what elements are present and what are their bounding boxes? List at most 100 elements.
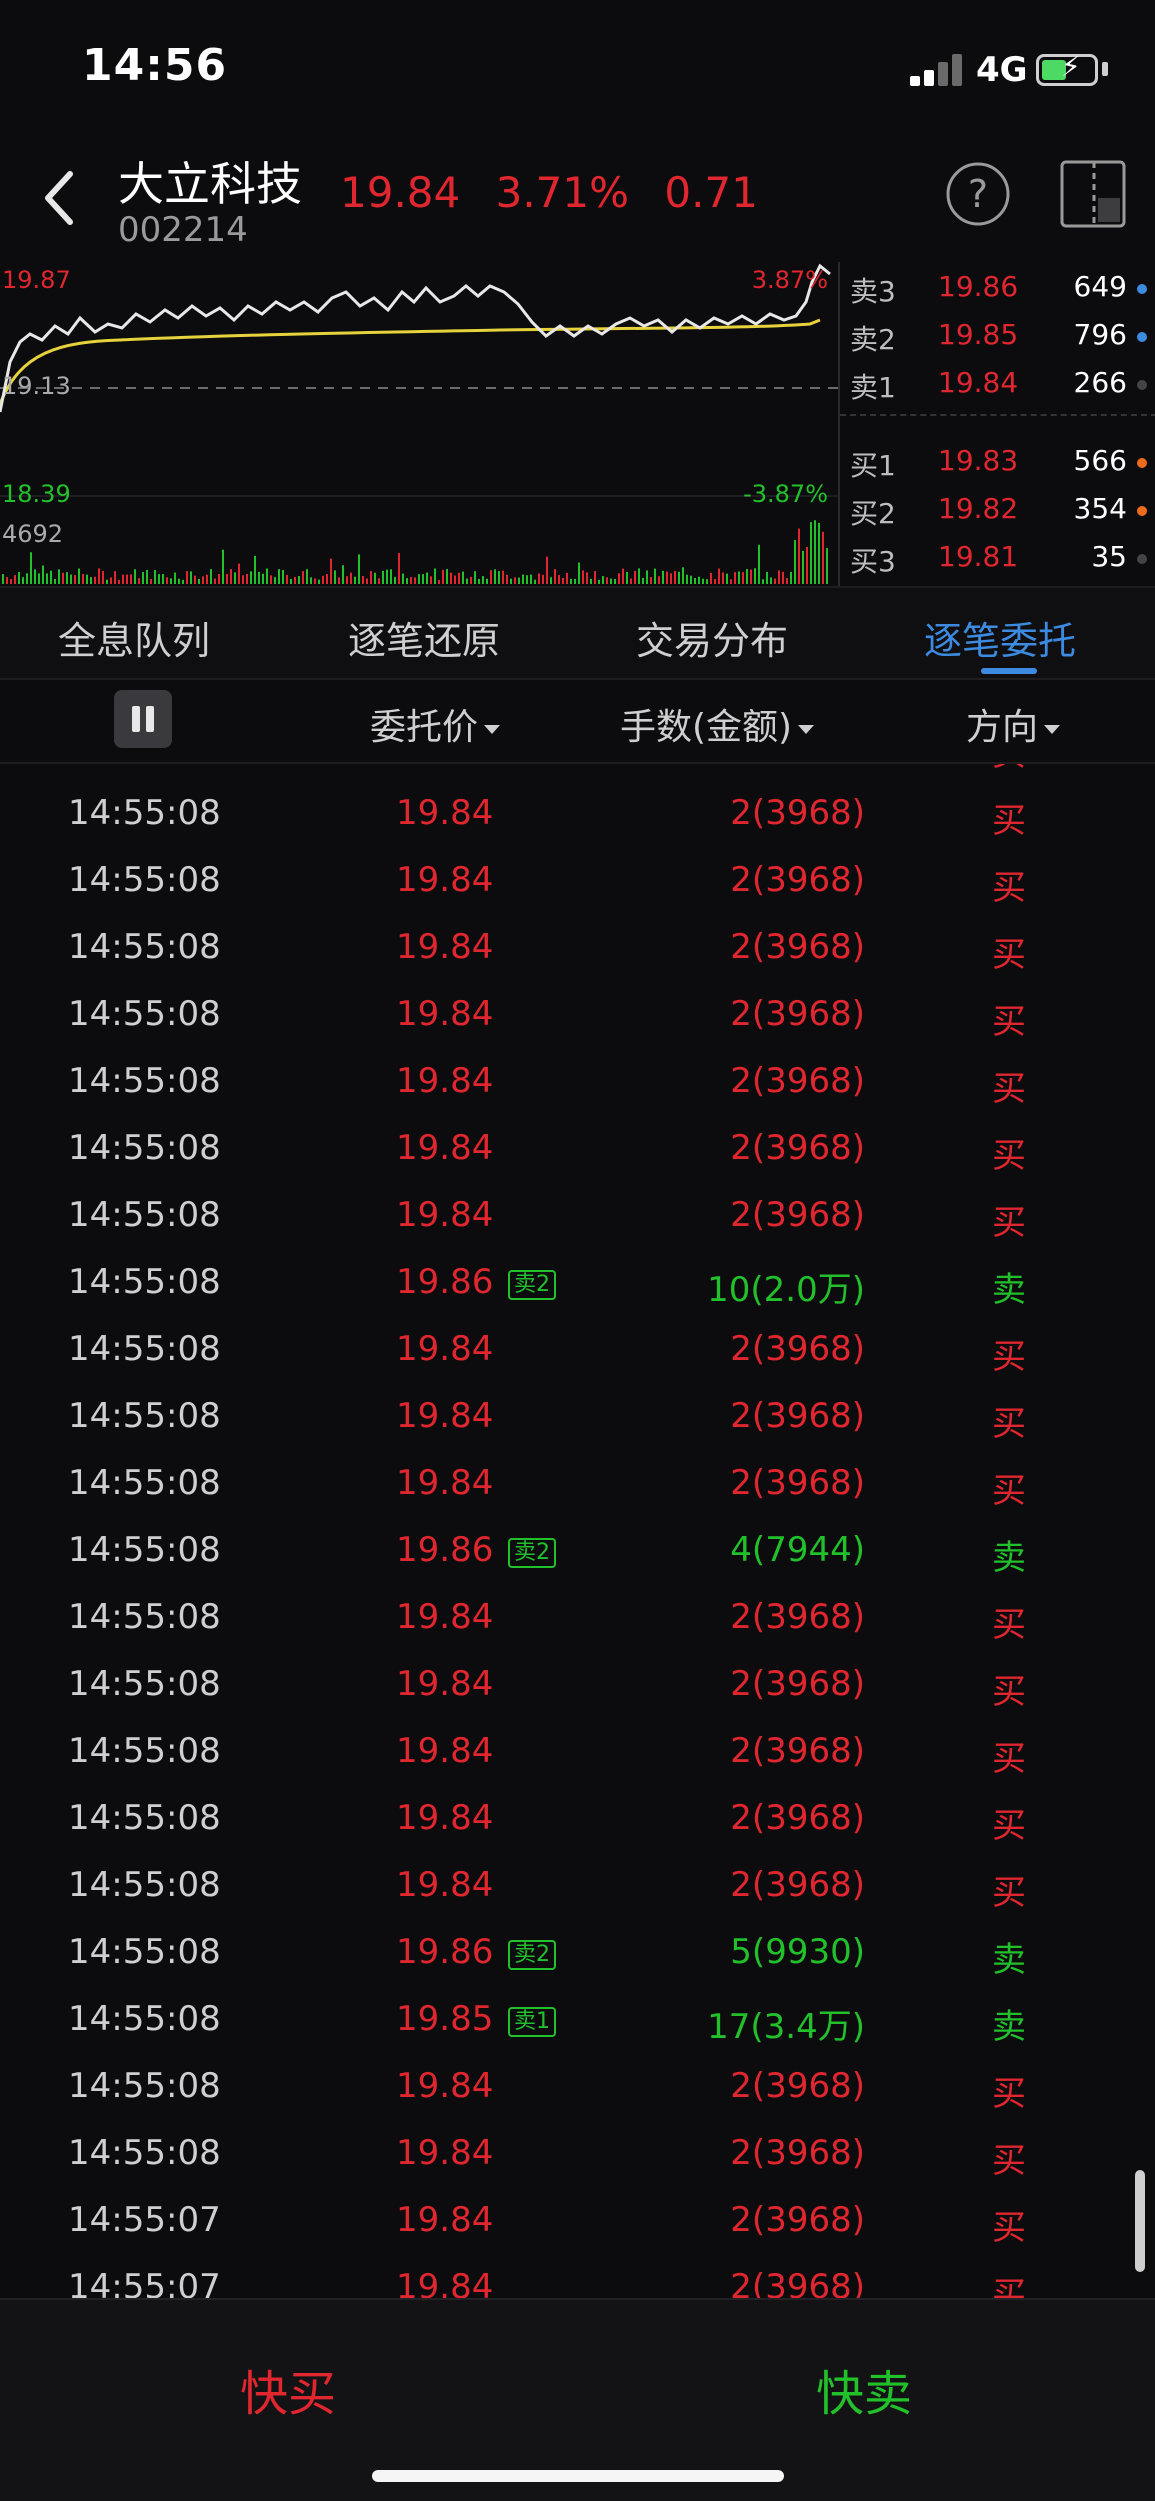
volume-bar — [246, 573, 248, 584]
volume-bar — [478, 579, 480, 584]
layout-switch-icon[interactable] — [1058, 156, 1128, 232]
pause-button[interactable] — [114, 690, 172, 748]
order-quantity: 4(7944) — [730, 1530, 865, 1570]
volume-bar — [406, 578, 408, 584]
volume-bar — [530, 574, 532, 584]
bid-row-3: 买3 19.81 35 — [840, 534, 1155, 580]
volume-bar — [418, 574, 420, 584]
sort-direction-button[interactable]: 方向 — [966, 698, 1061, 750]
stock-quote: 19.84 3.71% 0.71 — [340, 168, 780, 217]
volume-bar — [670, 573, 672, 584]
volume-bar — [786, 578, 788, 584]
volume-bar — [242, 575, 244, 584]
order-price: 19.84 — [396, 1195, 494, 1235]
volume-bar — [750, 569, 752, 584]
scrollbar[interactable] — [1135, 2170, 1145, 2272]
order-row: 14:55:08 19.84 2(3968) 买 — [0, 1453, 1155, 1520]
volume-bar — [534, 579, 536, 584]
volume-bar — [682, 567, 684, 584]
tab-tick-orders[interactable]: 逐笔委托 — [924, 610, 1076, 665]
quick-sell-button[interactable]: 快卖 — [816, 2354, 912, 2424]
quick-buy-button[interactable]: 快买 — [240, 2354, 336, 2424]
volume-bar — [282, 570, 284, 584]
order-time: 14:55:08 — [68, 1262, 221, 1302]
sort-qty-button[interactable]: 手数(金额) — [620, 698, 815, 750]
tab-trade-distribution[interactable]: 交易分布 — [636, 610, 788, 665]
order-row: 14:55:07 19.84 2(3968) 买 — [0, 2190, 1155, 2257]
order-row: 14:55:08 19.84 2(3968) 买 — [0, 764, 1155, 783]
order-price: 19.84 — [396, 1396, 494, 1436]
order-price: 19.84 — [396, 1731, 494, 1771]
order-list[interactable]: 14:55:08 19.84 2(3968) 买 14:55:08 19.84 2(3968… — [0, 764, 1155, 2298]
order-level-badge: 卖2 — [508, 1940, 556, 1970]
volume-bar — [822, 531, 824, 584]
stock-name: 大立科技 — [118, 157, 302, 211]
order-book-divider — [840, 414, 1155, 416]
caret-down-icon — [1044, 724, 1061, 734]
volume-bar — [674, 570, 676, 584]
order-book[interactable]: 卖3 19.86 649 卖2 19.85 796 卖1 19.84 266 买… — [838, 262, 1155, 586]
volume-bar — [738, 571, 740, 584]
volume-bar — [486, 578, 488, 584]
volume-bar — [658, 576, 660, 584]
order-time: 14:55:08 — [68, 1865, 221, 1905]
volume-bar — [430, 576, 432, 584]
order-time: 14:55:08 — [68, 1597, 221, 1637]
volume-bar — [482, 576, 484, 584]
sort-price-button[interactable]: 委托价 — [370, 698, 501, 750]
order-price: 19.84 — [396, 1664, 494, 1704]
volume-bar — [590, 578, 592, 584]
bid-dot-icon — [1137, 506, 1147, 516]
order-price: 19.84 — [396, 927, 494, 967]
volume-bar — [254, 555, 256, 584]
volume-bar — [798, 528, 800, 584]
volume-bar — [234, 572, 236, 584]
order-direction: 买 — [992, 1672, 1026, 1712]
volume-bar — [138, 578, 140, 584]
volume-bar — [106, 579, 108, 584]
order-price: 19.86 — [396, 1530, 494, 1570]
order-direction: 买 — [992, 1136, 1026, 1176]
volume-bar — [398, 553, 400, 584]
tab-tick-restore[interactable]: 逐笔还原 — [348, 610, 500, 665]
network-type: 4G — [976, 50, 1028, 90]
order-row: 14:55:08 19.84 2(3968) 买 — [0, 1319, 1155, 1386]
order-direction: 买 — [992, 1471, 1026, 1511]
home-indicator[interactable] — [372, 2470, 784, 2482]
volume-bar — [638, 568, 640, 584]
volume-bar — [446, 569, 448, 584]
order-direction: 买 — [992, 1605, 1026, 1645]
volume-bar — [250, 571, 252, 584]
volume-bar — [230, 569, 232, 584]
battery-cap — [1102, 62, 1108, 76]
order-quantity: 10(2.0万) — [707, 1270, 865, 1310]
order-price: 19.84 — [396, 1128, 494, 1168]
order-row: 14:55:08 19.84 2(3968) 买 — [0, 2056, 1155, 2123]
volume-bar — [662, 570, 664, 584]
order-quantity: 2(3968) — [730, 764, 865, 766]
order-price: 19.84 — [396, 1798, 494, 1838]
volume-bar — [610, 578, 612, 584]
help-icon[interactable]: ? — [944, 160, 1012, 228]
tab-full-queue[interactable]: 全息队列 — [58, 610, 210, 665]
volume-bar — [90, 577, 92, 584]
volume-bar — [606, 577, 608, 584]
ask-dot-icon — [1137, 284, 1147, 294]
detail-tabs: 全息队列 逐笔还原 交易分布 逐笔委托 — [0, 586, 1155, 680]
volume-bar — [266, 568, 268, 584]
order-quantity: 2(3968) — [730, 1664, 865, 1704]
order-direction: 买 — [992, 801, 1026, 841]
chart-price-high: 19.87 — [2, 266, 71, 294]
volume-bar — [142, 572, 144, 584]
order-row: 14:55:08 19.84 2(3968) 买 — [0, 1051, 1155, 1118]
order-direction: 买 — [992, 1069, 1026, 1109]
volume-bar — [678, 571, 680, 584]
order-quantity: 2(3968) — [730, 1396, 865, 1436]
back-icon[interactable] — [40, 168, 80, 228]
volume-bar — [94, 576, 96, 584]
volume-bar — [698, 576, 700, 584]
volume-bar — [426, 572, 428, 584]
intraday-chart[interactable]: 19.87 3.87% 19.13 18.39 -3.87% 4692 — [0, 262, 838, 586]
volume-bar — [174, 572, 176, 584]
volume-bar — [694, 578, 696, 584]
